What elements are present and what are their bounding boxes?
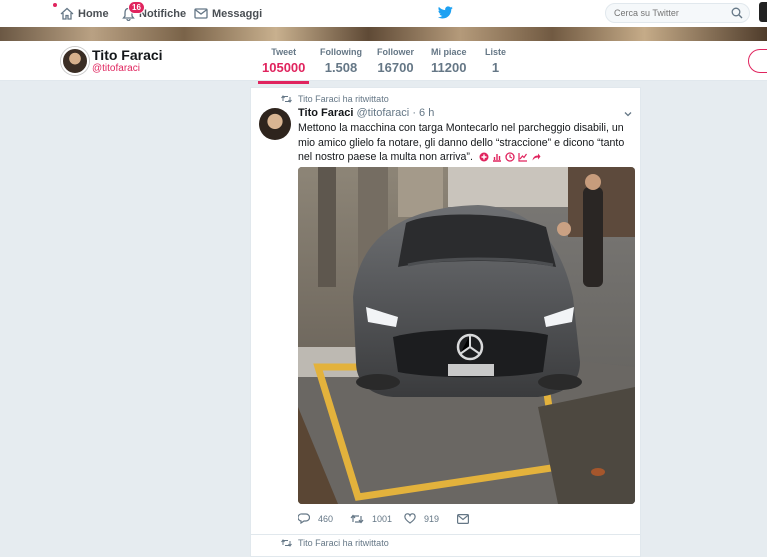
tweet-author-avatar[interactable] bbox=[259, 108, 291, 140]
retweet-icon bbox=[281, 95, 292, 103]
notifications-badge: 16 bbox=[128, 1, 145, 14]
account-avatar[interactable] bbox=[759, 2, 767, 22]
profile-handle[interactable]: @titofaraci bbox=[92, 63, 140, 74]
retweet-count: 1001 bbox=[372, 513, 393, 524]
retweet-icon bbox=[350, 514, 364, 523]
tweet-header: Tito Faraci @titofaraci · 6 h bbox=[298, 107, 434, 119]
stat-followers[interactable]: Follower 16700 bbox=[377, 47, 414, 75]
tweet-actions: 460 1001 919 bbox=[298, 513, 477, 524]
top-navigation-bar: Home 16 Notifiche Messaggi bbox=[0, 0, 767, 28]
retweet-context[interactable]: Tito Faraci ha ritwittato bbox=[281, 94, 389, 104]
next-retweet-context[interactable]: Tito Faraci ha ritwittato bbox=[281, 538, 389, 548]
stat-likes[interactable]: Mi piace 11200 bbox=[431, 47, 467, 75]
retweet-context-label: Tito Faraci ha ritwittato bbox=[298, 94, 389, 104]
stat-lists-label: Liste bbox=[485, 47, 507, 57]
reply-count: 460 bbox=[318, 513, 334, 524]
tweet-timestamp[interactable]: 6 h bbox=[419, 107, 434, 119]
chevron-down-icon[interactable] bbox=[623, 109, 633, 119]
next-retweet-context-label: Tito Faraci ha ritwittato bbox=[298, 538, 389, 548]
stat-likes-label: Mi piace bbox=[431, 47, 467, 57]
tweet-text: Mettono la macchina con targa Montecarlo… bbox=[298, 121, 634, 165]
tweet-author-handle[interactable]: @titofaraci bbox=[357, 107, 410, 119]
new-content-dot bbox=[53, 3, 57, 7]
nav-home-label: Home bbox=[78, 7, 109, 20]
reply-icon bbox=[298, 513, 310, 524]
stat-lists-value: 1 bbox=[491, 60, 500, 75]
like-count: 919 bbox=[424, 513, 440, 524]
stat-following-label: Following bbox=[320, 47, 362, 57]
twitter-bird-logo[interactable] bbox=[438, 6, 453, 19]
profile-stats-bar: Tito Faraci @titofaraci Tweet 105000 Fol… bbox=[0, 41, 767, 84]
profile-name[interactable]: Tito Faraci bbox=[92, 47, 163, 63]
stat-tweets-label: Tweet bbox=[271, 47, 297, 57]
search-icon[interactable] bbox=[731, 7, 743, 19]
stat-followers-label: Follower bbox=[377, 47, 415, 57]
tweet-divider bbox=[251, 534, 640, 535]
retweet-icon bbox=[281, 539, 292, 547]
tweet-photo[interactable] bbox=[298, 167, 635, 504]
stat-likes-value: 11200 bbox=[431, 60, 467, 75]
stat-following-value: 1.508 bbox=[324, 60, 358, 75]
tweet-stream: Tito Faraci ha ritwittato Tito Faraci @t… bbox=[250, 87, 641, 557]
stat-tweets-value: 105000 bbox=[262, 60, 306, 75]
stat-tweets[interactable]: Tweet 105000 bbox=[257, 47, 310, 84]
tweet-author-name[interactable]: Tito Faraci bbox=[298, 107, 353, 119]
stat-lists[interactable]: Liste 1 bbox=[485, 47, 506, 75]
bar-chart-icon bbox=[492, 154, 501, 162]
reply-action[interactable]: 460 bbox=[298, 513, 350, 524]
tweet-emoji-row bbox=[479, 152, 541, 162]
home-icon bbox=[60, 7, 74, 20]
follow-button[interactable] bbox=[748, 49, 767, 73]
tweet-photo-image bbox=[298, 167, 635, 504]
heavy-plus-icon bbox=[479, 152, 489, 162]
direct-message-action[interactable] bbox=[457, 513, 477, 524]
profile-avatar[interactable] bbox=[61, 47, 89, 75]
tweet-separator: · bbox=[412, 107, 416, 119]
nav-messages[interactable]: Messaggi bbox=[194, 0, 262, 27]
envelope-icon bbox=[194, 8, 208, 19]
stat-following[interactable]: Following 1.508 bbox=[320, 47, 362, 75]
chart-up-icon bbox=[518, 153, 527, 162]
stat-followers-value: 16700 bbox=[377, 60, 414, 75]
nav-notifications[interactable]: 16 Notifiche bbox=[122, 0, 186, 27]
like-action[interactable]: 919 bbox=[404, 513, 457, 524]
nav-notifications-label: Notifiche bbox=[139, 7, 187, 20]
nav-messages-label: Messaggi bbox=[212, 7, 263, 20]
envelope-icon bbox=[457, 513, 469, 524]
tweet-text-content: Mettono la macchina con targa Montecarlo… bbox=[298, 122, 625, 163]
clock-icon bbox=[505, 152, 515, 162]
search-input[interactable] bbox=[605, 3, 750, 23]
profile-header-banner bbox=[0, 27, 767, 41]
retweet-action[interactable]: 1001 bbox=[350, 514, 404, 524]
nav-home[interactable]: Home bbox=[60, 0, 109, 27]
heart-icon bbox=[404, 513, 416, 524]
share-arrow-icon bbox=[532, 153, 541, 161]
